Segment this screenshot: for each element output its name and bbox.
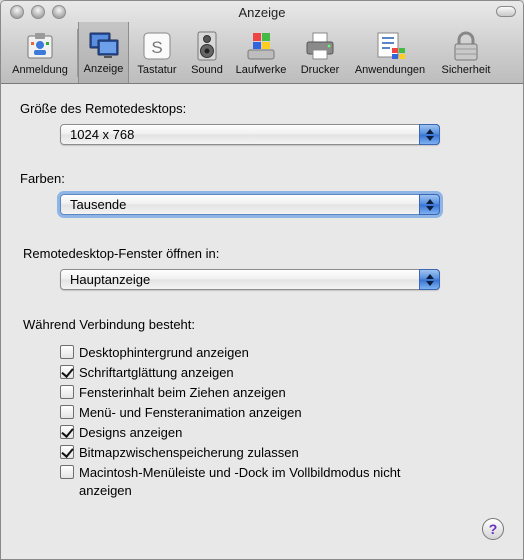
colors-label: Farben: [20,171,65,186]
padlock-icon [454,31,478,61]
checkbox[interactable] [60,365,74,379]
checkbox-label-line2: anzeigen [79,483,132,498]
connection-label: Während Verbindung besteht: [23,317,196,332]
checkbox-label: Fensterinhalt beim Ziehen anzeigen [79,385,286,400]
tab-tastatur[interactable]: S Tastatur [131,23,183,79]
window-open-label: Remotedesktop-Fenster öffnen in: [23,246,220,261]
tab-laufwerke[interactable]: Laufwerke [231,23,291,79]
checkbox[interactable] [60,445,74,459]
svg-text:S: S [151,38,162,57]
tab-drucker[interactable]: Drucker [293,23,347,79]
checkbox-label: Schriftartglättung anzeigen [79,365,234,380]
toolbar: Anmeldung Anzeige S Tastatur Sound Laufw… [1,22,523,83]
printer-icon [306,32,334,60]
checkbox-label: Desktophintergrund anzeigen [79,345,249,360]
checkbox[interactable] [60,385,74,399]
window-open-value: Hauptanzeige [70,272,151,287]
colors-value: Tausende [70,197,127,212]
colors-popup[interactable]: Tausende [60,194,440,215]
drive-windows-icon [247,33,275,60]
tab-anmeldung[interactable]: Anmeldung [5,23,75,79]
speaker-icon [197,31,217,61]
tab-anwendungen[interactable]: Anwendungen [349,23,431,79]
popup-arrows-icon [419,269,440,290]
preferences-window: Anzeige Anmeldung Anzeige S Tastatur Sou… [0,0,524,560]
help-button[interactable]: ? [482,518,504,540]
login-card-icon [27,33,53,59]
title-bar: Anzeige Anmeldung Anzeige S Tastatur Sou… [1,1,523,84]
checkbox-label: Macintosh-Menüleiste und -Dock im Vollbi… [79,465,401,480]
window-title: Anzeige [238,5,286,20]
window-open-popup[interactable]: Hauptanzeige [60,269,440,290]
checkbox-label: Menü- und Fensteranimation anzeigen [79,405,302,420]
display-settings-pane: Größe des Remotedesktops: 1024 x 768 Far… [1,85,523,559]
tab-sicherheit[interactable]: Sicherheit [433,23,499,79]
checkbox-label: Designs anzeigen [79,425,183,440]
checkbox[interactable] [60,345,74,359]
popup-arrows-icon [419,194,440,215]
tab-anzeige[interactable]: Anzeige [78,22,129,83]
checkbox[interactable] [60,465,74,479]
checkbox[interactable] [60,405,74,419]
keyboard-key-icon: S [143,32,171,60]
popup-arrows-icon [419,124,440,145]
resolution-popup[interactable]: 1024 x 768 [60,124,440,145]
applications-icon [377,32,405,59]
toolbar-toggle-button[interactable] [496,6,516,17]
display-icon [89,32,118,58]
checkbox[interactable] [60,425,74,439]
resolution-value: 1024 x 768 [70,127,135,142]
checkbox-label: Bitmapzwischenspeicherung zulassen [79,445,299,460]
resolution-label: Größe des Remotedesktops: [20,101,187,116]
tab-sound[interactable]: Sound [185,23,229,79]
